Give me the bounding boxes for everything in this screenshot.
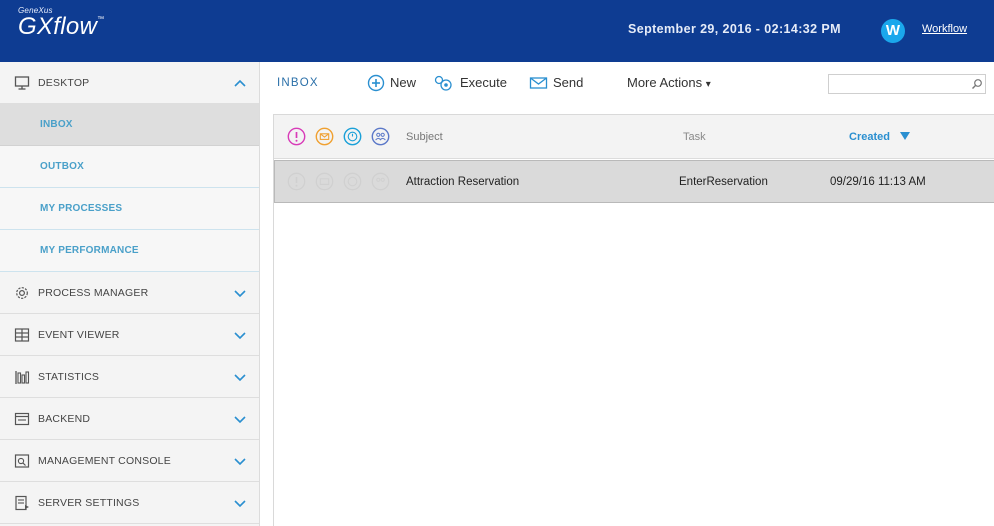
execute-button-label: Execute: [460, 75, 507, 90]
sidebar-subitem-label: OUTBOX: [40, 161, 84, 172]
chevron-down-icon[interactable]: [233, 370, 247, 384]
statistics-icon: [15, 371, 30, 384]
app-name: GXflow™: [18, 13, 104, 41]
participants-icon: [371, 172, 390, 191]
sidebar-item-label: SERVER SETTINGS: [38, 497, 140, 509]
execute-icon: [434, 75, 452, 91]
sidebar-subitem-inbox[interactable]: INBOX: [0, 104, 259, 146]
backend-icon: [14, 412, 30, 426]
column-header-subject[interactable]: Subject: [406, 131, 443, 143]
sidebar-item-process-manager[interactable]: PROCESS MANAGER: [0, 272, 259, 314]
sidebar-item-desktop[interactable]: DESKTOP: [0, 62, 259, 104]
sidebar-subitem-label: MY PROCESSES: [40, 203, 123, 214]
sidebar-item-label: STATISTICS: [38, 371, 100, 383]
gear-icon: [16, 287, 28, 299]
column-header-created-label: Created: [849, 131, 890, 143]
chevron-down-icon[interactable]: [233, 496, 247, 510]
sidebar-item-label: EVENT VIEWER: [38, 329, 120, 341]
chevron-down-icon[interactable]: [233, 328, 247, 342]
new-button[interactable]: New: [367, 74, 427, 92]
timer-icon: [343, 172, 362, 191]
sidebar-subitem-outbox[interactable]: OUTBOX: [0, 146, 259, 188]
current-datetime: September 29, 2016 - 02:14:32 PM: [628, 22, 841, 36]
send-button[interactable]: Send: [529, 74, 589, 92]
sidebar-item-label: DESKTOP: [38, 77, 90, 89]
app-name-text: GXflow: [18, 13, 98, 40]
row-created: 09/29/16 11:13 AM: [830, 176, 926, 188]
sidebar-subitem-label: INBOX: [40, 119, 73, 130]
more-actions-dropdown[interactable]: More Actions ▾: [627, 75, 711, 90]
gxflow-logo[interactable]: GeneXus GXflow™: [18, 6, 104, 41]
sidebar-item-label: PROCESS MANAGER: [38, 287, 149, 299]
sidebar-item-statistics[interactable]: STATISTICS: [0, 356, 259, 398]
row-subject[interactable]: Attraction Reservation: [406, 176, 519, 188]
event-viewer-icon: [14, 328, 30, 342]
sidebar-subitem-my-processes[interactable]: MY PROCESSES: [0, 188, 259, 230]
priority-icon: [287, 172, 306, 191]
participants-icon[interactable]: [371, 127, 390, 146]
new-button-label: New: [390, 75, 417, 90]
sidebar-item-server-settings[interactable]: SERVER SETTINGS: [0, 482, 259, 524]
chevron-down-icon[interactable]: [233, 454, 247, 468]
sidebar-item-event-viewer[interactable]: EVENT VIEWER: [0, 314, 259, 356]
grid-header: Subject Task Created: [274, 115, 994, 159]
server-settings-icon: [15, 495, 29, 511]
sidebar: DESKTOP INBOX OUTBOX MY PROCESSES MY PER…: [0, 62, 260, 526]
plus-circle-icon: [367, 74, 385, 92]
chevron-down-icon[interactable]: [233, 286, 247, 300]
main-content: Subject Task Created Attraction Reservat…: [261, 104, 994, 526]
sidebar-subitem-label: MY PERFORMANCE: [40, 245, 139, 256]
row-task: EnterReservation: [679, 176, 768, 188]
page-title: INBOX: [277, 77, 319, 89]
message-icon: [315, 172, 334, 191]
sort-descending-icon: [900, 132, 911, 140]
trademark: ™: [97, 16, 105, 23]
priority-icon[interactable]: [287, 127, 306, 146]
sidebar-item-label: MANAGEMENT CONSOLE: [38, 455, 171, 467]
user-avatar[interactable]: W: [881, 19, 905, 43]
sidebar-item-backend[interactable]: BACKEND: [0, 398, 259, 440]
console-icon: [14, 454, 30, 468]
execute-button[interactable]: Execute: [433, 74, 515, 92]
sidebar-item-label: BACKEND: [38, 413, 91, 425]
column-header-task[interactable]: Task: [683, 131, 706, 143]
sidebar-subitem-my-performance[interactable]: MY PERFORMANCE: [0, 230, 259, 272]
toolbar: INBOX New Execute Send More Actions ▾: [261, 62, 994, 104]
inbox-grid: Subject Task Created Attraction Reservat…: [273, 114, 994, 526]
app-header: GeneXus GXflow™ September 29, 2016 - 02:…: [0, 0, 994, 62]
message-icon[interactable]: [315, 127, 334, 146]
search-input[interactable]: [828, 74, 986, 94]
envelope-icon: [529, 77, 548, 89]
user-link[interactable]: Workflow: [922, 23, 967, 35]
search-icon[interactable]: [971, 78, 983, 90]
send-button-label: Send: [553, 75, 584, 90]
table-row[interactable]: Attraction Reservation EnterReservation …: [274, 160, 994, 203]
timer-icon[interactable]: [343, 127, 362, 146]
monitor-icon: [14, 76, 30, 90]
sidebar-item-management-console[interactable]: MANAGEMENT CONSOLE: [0, 440, 259, 482]
chevron-up-icon[interactable]: [233, 76, 247, 90]
more-actions-label: More Actions: [627, 75, 703, 90]
column-header-created[interactable]: Created: [849, 131, 911, 143]
chevron-down-icon[interactable]: [233, 412, 247, 426]
caret-down-icon: ▾: [705, 79, 711, 90]
